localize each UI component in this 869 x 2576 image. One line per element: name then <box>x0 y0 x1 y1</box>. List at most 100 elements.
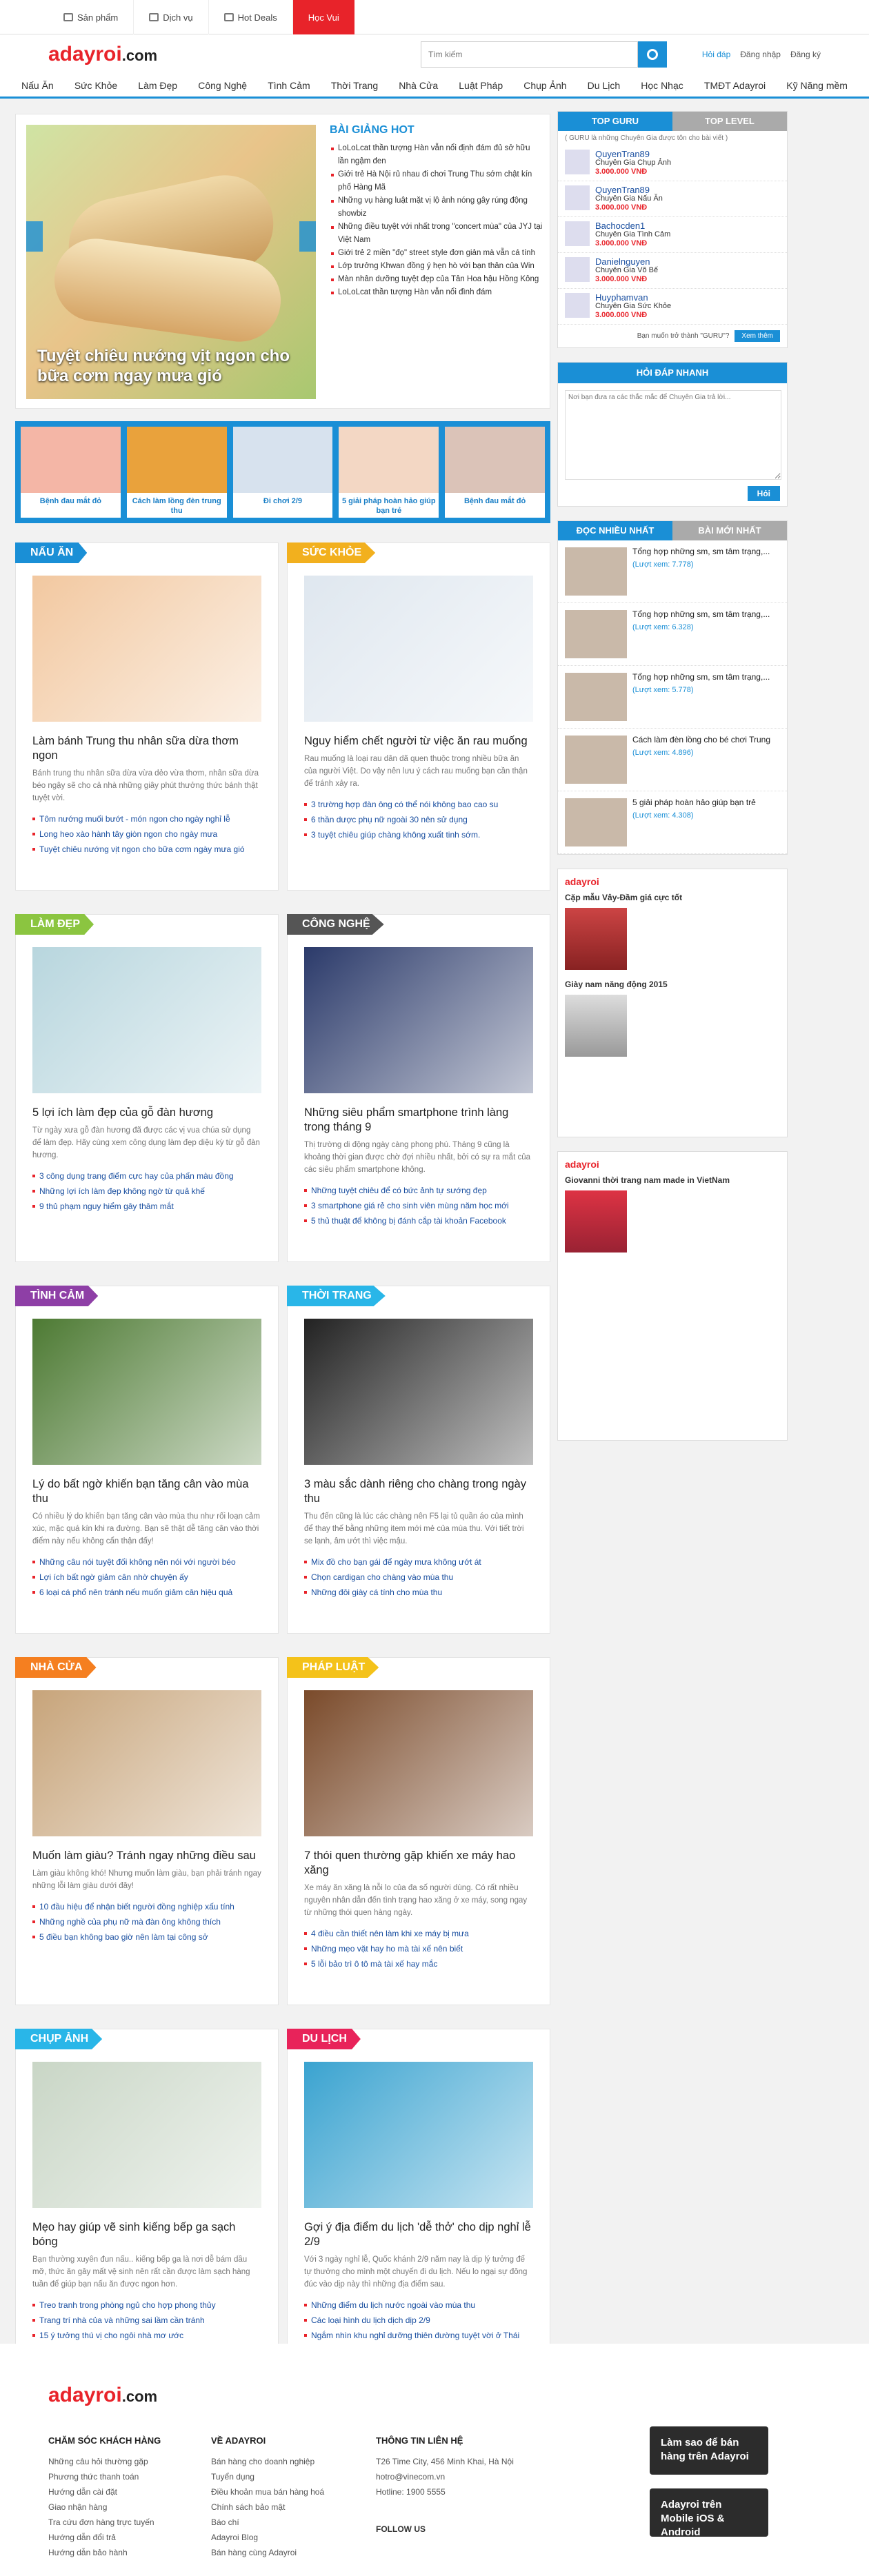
hoc-vui-link[interactable]: Học Vui <box>292 0 354 34</box>
category-tag[interactable]: SỨC KHỎE <box>287 542 376 563</box>
related-link[interactable]: 3 công dụng trang điểm cực hay của phấn … <box>32 1168 261 1184</box>
related-link[interactable]: Những câu nói tuyệt đối không nên nói vớ… <box>32 1554 261 1570</box>
thumb-title[interactable]: Bệnh đau mắt đỏ <box>445 493 545 509</box>
nav-item[interactable]: Sức Khỏe <box>70 80 121 91</box>
read-title[interactable]: Cách làm đèn lồng cho bé chơi Trung <box>632 736 770 744</box>
category-image[interactable] <box>32 576 261 722</box>
guru-name[interactable]: QuyenTran89 <box>595 150 671 159</box>
category-image[interactable] <box>304 947 533 1093</box>
category-article-title[interactable]: Lý do bất ngờ khiến bạn tăng cân vào mùa… <box>32 1477 261 1506</box>
related-link[interactable]: Tuyệt chiêu nướng vịt ngon cho bữa cơm n… <box>32 842 261 857</box>
related-link[interactable]: Tôm nướng muối bướt - món ngon cho ngày … <box>32 811 261 826</box>
search-input[interactable] <box>421 41 638 68</box>
products-menu[interactable]: Sản phẩm <box>48 0 134 34</box>
avatar[interactable] <box>565 150 590 174</box>
read-item[interactable]: Tổng hợp những sm, sm tâm trạng,... (Lượt… <box>558 666 787 729</box>
ad2-image[interactable] <box>565 995 627 1057</box>
category-article-title[interactable]: Nguy hiểm chết người từ việc ăn rau muốn… <box>304 734 533 749</box>
category-tag[interactable]: CHỤP ẢNH <box>15 2029 103 2049</box>
footer-link[interactable]: Giao nhận hàng <box>48 2499 161 2515</box>
related-link[interactable]: 5 thủ thuật để không bị đánh cắp tài kho… <box>304 1213 533 1228</box>
related-link[interactable]: 3 smartphone giá rẻ cho sinh viên mùng n… <box>304 1198 533 1213</box>
related-link[interactable]: Chọn cardigan cho chàng vào mùa thu <box>304 1570 533 1585</box>
category-image[interactable] <box>304 2062 533 2208</box>
read-title[interactable]: Tổng hợp những sm, sm tâm trạng,... <box>632 673 770 682</box>
category-image[interactable] <box>32 2062 261 2208</box>
tab-top-guru[interactable]: TOP GURU <box>558 112 672 131</box>
category-tag[interactable]: PHÁP LUẬT <box>287 1657 379 1678</box>
thumb-title[interactable]: Bệnh đau mắt đỏ <box>21 493 121 509</box>
read-item[interactable]: Cách làm đèn lồng cho bé chơi Trung (Lượt… <box>558 729 787 791</box>
related-link[interactable]: 9 thủ phạm nguy hiểm gây thâm mắt <box>32 1199 261 1214</box>
mobile-app-button[interactable]: Adayroi trên Mobile iOS & Android <box>650 2488 768 2538</box>
read-title[interactable]: Tổng hợp những sm, sm tâm trạng,... <box>632 547 770 556</box>
slide-caption[interactable]: Tuyệt chiêu nướng vịt ngon cho bữa cơm n… <box>37 347 305 387</box>
read-title[interactable]: 5 giải pháp hoàn hảo giúp bạn trẻ <box>632 798 756 807</box>
hot-item[interactable]: LoLoLcat thần tượng Hàn vẫn nổi đình đám <box>330 286 543 299</box>
ad1-image[interactable] <box>565 908 627 970</box>
footer-link[interactable]: T26 Time City, 456 Minh Khai, Hà Nội <box>376 2454 514 2469</box>
avatar[interactable] <box>565 257 590 282</box>
tab-most-read[interactable]: ĐỌC NHIỀU NHẤT <box>558 521 672 540</box>
footer-link[interactable]: Điều khoản mua bán hàng hoá <box>211 2484 324 2499</box>
nav-item[interactable]: Chụp Ảnh <box>519 80 570 91</box>
guru-name[interactable]: Huyphamvan <box>595 293 671 302</box>
related-link[interactable]: 3 tuyệt chiêu giúp chàng không xuất tinh… <box>304 827 533 842</box>
hot-item[interactable]: Màn nhân dưỡng tuyệt đẹp của Tân Hoa hậu… <box>330 273 543 286</box>
hot-item[interactable]: Những điều tuyệt với nhất trong "concert… <box>330 221 543 247</box>
related-link[interactable]: Long heo xào hành tây giòn ngon cho ngày… <box>32 826 261 842</box>
qa-link[interactable]: Hỏi đáp <box>702 50 730 59</box>
services-menu[interactable]: Dịch vụ <box>134 0 209 34</box>
footer-link[interactable]: Hotline: 1900 5555 <box>376 2484 514 2499</box>
category-article-title[interactable]: Mẹo hay giúp vẽ sinh kiếng bếp ga sạch b… <box>32 2220 261 2249</box>
category-article-title[interactable]: 3 màu sắc dành riêng cho chàng trong ngà… <box>304 1477 533 1506</box>
guru-name[interactable]: Danielnguyen <box>595 257 658 266</box>
avatar[interactable] <box>565 221 590 246</box>
hot-item[interactable]: Lớp trưởng Khwan đồng ý hẹn hò với bạn t… <box>330 260 543 273</box>
read-thumb[interactable] <box>565 736 627 784</box>
thumb-image[interactable] <box>126 427 227 493</box>
category-image[interactable] <box>304 576 533 722</box>
prev-arrow-icon[interactable] <box>26 221 43 252</box>
category-tag[interactable]: TÌNH CẢM <box>15 1286 99 1306</box>
read-thumb[interactable] <box>565 798 627 846</box>
nav-item[interactable]: Nhà Cửa <box>394 80 442 91</box>
guru-row[interactable]: Huyphamvan Chuyên Gia Sức Khỏe 3.000.000 V… <box>558 289 787 325</box>
category-image[interactable] <box>32 947 261 1093</box>
thumb-image[interactable] <box>232 427 333 493</box>
next-arrow-icon[interactable] <box>299 221 316 252</box>
category-tag[interactable]: LÀM ĐẸP <box>15 914 94 935</box>
category-tag[interactable]: DU LỊCH <box>287 2029 361 2049</box>
nav-item[interactable]: Tình Cảm <box>263 80 314 91</box>
ad3-image[interactable] <box>565 1190 627 1252</box>
related-link[interactable]: 15 ý tưởng thú vị cho ngôi nhà mơ ước <box>32 2328 261 2343</box>
search-button[interactable] <box>638 41 667 68</box>
related-link[interactable]: Những mẹo vặt hay ho mà tài xế nên biết <box>304 1941 533 1956</box>
footer-link[interactable]: Tra cứu đơn hàng trực tuyến <box>48 2515 161 2530</box>
footer-link[interactable]: Tuyển dụng <box>211 2469 324 2484</box>
tab-newest[interactable]: BÀI MỚI NHẤT <box>672 521 787 540</box>
nav-item[interactable]: TMĐT Adayroi <box>700 80 770 91</box>
thumb-card[interactable]: Đi chơi 2/9 <box>232 427 333 518</box>
footer-link[interactable]: hotro@vinecom.vn <box>376 2469 514 2484</box>
ad3-title[interactable]: Giovanni thời trang nam made in VietNam <box>565 1175 780 1185</box>
read-item[interactable]: Tổng hợp những sm, sm tâm trạng,... (Lượt… <box>558 540 787 603</box>
related-link[interactable]: Những đôi giày cá tính cho mùa thu <box>304 1585 533 1600</box>
thumb-title[interactable]: 5 giải pháp hoàn hảo giúp bạn trẻ <box>339 493 439 519</box>
nav-item[interactable]: Học Nhạc <box>637 80 687 91</box>
read-thumb[interactable] <box>565 610 627 658</box>
nav-item[interactable]: Công Nghệ <box>194 80 251 91</box>
footer-link[interactable]: Bán hàng cho doanh nghiệp <box>211 2454 324 2469</box>
read-thumb[interactable] <box>565 547 627 596</box>
hot-item[interactable]: LoLoLcat thần tượng Hàn vẫn nổi định đám… <box>330 142 543 168</box>
thumb-card[interactable]: Bệnh đau mắt đỏ <box>445 427 545 518</box>
read-item[interactable]: Tổng hợp những sm, sm tâm trạng,... (Lượt… <box>558 603 787 666</box>
guru-name[interactable]: QuyenTran89 <box>595 185 663 194</box>
related-link[interactable]: 5 lỗi bảo trì ô tô mà tài xế hay mắc <box>304 1956 533 1971</box>
nav-item[interactable]: Du Lịch <box>583 80 624 91</box>
guru-row[interactable]: QuyenTran89 Chuyên Gia Nấu Ăn 3.000.000 VN… <box>558 181 787 217</box>
category-article-title[interactable]: 5 lợi ích làm đẹp của gỗ đàn hương <box>32 1106 261 1120</box>
ad1-title[interactable]: Cặp mẫu Vây-Đầm giá cực tốt <box>565 893 780 902</box>
thumb-title[interactable]: Đi chơi 2/9 <box>233 493 333 509</box>
hot-item[interactable]: Những vụ hàng luật mặt vị lộ ảnh nóng gâ… <box>330 194 543 221</box>
